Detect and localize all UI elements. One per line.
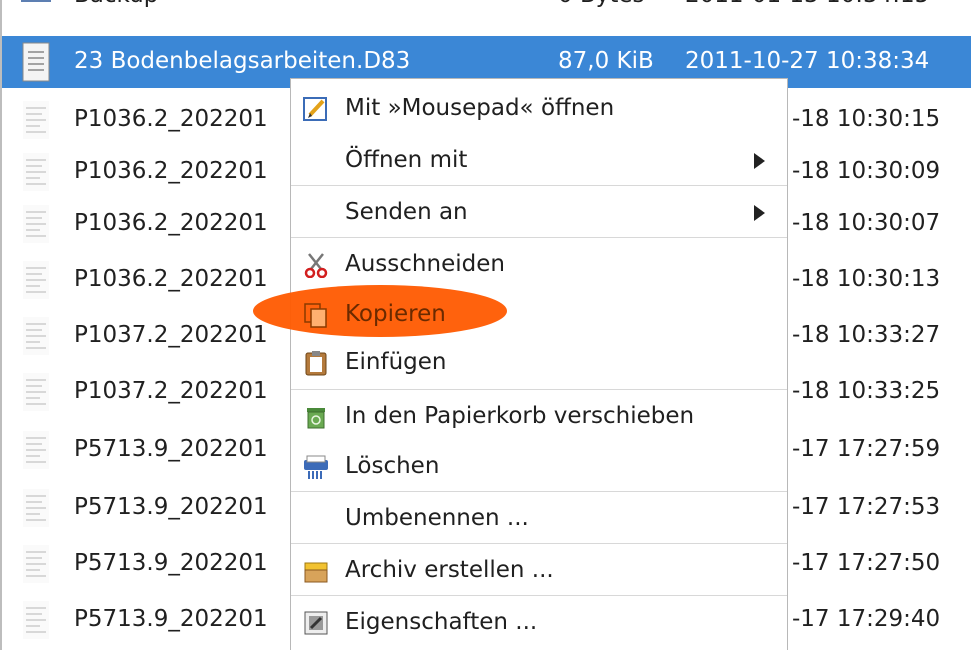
menu-item-delete[interactable]: Löschen [291, 441, 787, 493]
file-date: -17 17:29:40 [792, 606, 941, 632]
context-menu: Mit »Mousepad« öffnen Öffnen mit Senden … [253, 78, 788, 650]
menu-item-label: Ausschneiden [345, 251, 505, 277]
menu-separator [291, 185, 787, 186]
copy-icon [303, 302, 329, 328]
menu-separator [291, 491, 787, 492]
menu-separator [291, 543, 787, 544]
file-date: -18 10:33:25 [792, 378, 941, 404]
menu-separator [291, 595, 787, 596]
menu-item-label: Eigenschaften ... [345, 609, 538, 635]
archive-icon [303, 558, 329, 584]
file-date: -18 10:30:15 [792, 106, 941, 132]
menu-item-label: Öffnen mit [345, 147, 468, 173]
file-date: -17 17:27:59 [792, 436, 941, 462]
document-thumbnail-icon [20, 260, 52, 300]
properties-icon [303, 610, 329, 636]
file-date: -18 10:30:13 [792, 266, 941, 292]
document-thumbnail-icon [20, 204, 52, 244]
menu-item-label: Einfügen [345, 349, 447, 375]
file-date: 2011-10-27 10:38:34 [685, 48, 930, 74]
file-date: -18 10:30:09 [792, 158, 941, 184]
menu-item-label: Mit »Mousepad« öffnen [345, 95, 615, 121]
file-size: 0 Bytes [558, 0, 645, 8]
document-thumbnail-icon [20, 600, 52, 640]
file-name: P5713.9_202201 [74, 436, 268, 462]
menu-item-label: In den Papierkorb verschieben [345, 403, 695, 429]
file-name: P1036.2_202201 [74, 158, 268, 184]
menu-item-open-mousepad[interactable]: Mit »Mousepad« öffnen [291, 83, 787, 135]
menu-item-move-to-trash[interactable]: In den Papierkorb verschieben [291, 391, 787, 443]
menu-item-label: Kopieren [345, 301, 446, 327]
menu-item-copy[interactable]: Kopieren [291, 289, 787, 341]
document-thumbnail-icon [20, 316, 52, 356]
trash-icon [303, 404, 329, 430]
file-date: -18 10:30:07 [792, 210, 941, 236]
menu-item-label: Löschen [345, 453, 440, 479]
submenu-arrow-icon [754, 205, 765, 221]
file-date: -17 17:27:53 [792, 494, 941, 520]
scissors-icon [303, 252, 329, 279]
file-date: -18 10:33:27 [792, 322, 941, 348]
menu-separator [291, 237, 787, 238]
file-name: P5713.9_202201 [74, 606, 268, 632]
file-name: P1037.2_202201 [74, 378, 268, 404]
file-name: P5713.9_202201 [74, 550, 268, 576]
menu-item-cut[interactable]: Ausschneiden [291, 239, 787, 291]
menu-separator [291, 389, 787, 390]
menu-item-label: Senden an [345, 199, 468, 225]
menu-item-label: Umbenennen ... [345, 505, 529, 531]
menu-item-properties[interactable]: Eigenschaften ... [291, 597, 787, 649]
document-thumbnail-icon [20, 152, 52, 192]
shredder-icon [303, 454, 329, 480]
menu-item-rename[interactable]: Umbenennen ... [291, 493, 787, 545]
menu-item-send-to[interactable]: Senden an [291, 187, 787, 239]
document-thumbnail-icon [20, 100, 52, 140]
file-name: P1036.2_202201 [74, 106, 268, 132]
file-date: 2011-01-13 10:34:15 [685, 0, 929, 8]
document-thumbnail-icon [20, 430, 52, 470]
file-name: P5713.9_202201 [74, 494, 268, 520]
file-name: Backup [74, 0, 158, 8]
file-name: P1037.2_202201 [74, 322, 268, 348]
folder-icon [20, 0, 52, 18]
file-name: P1036.2_202201 [74, 266, 268, 292]
menu-item-label: Archiv erstellen ... [345, 557, 554, 583]
text-file-icon [20, 42, 52, 82]
file-date: -17 17:27:50 [792, 550, 941, 576]
file-size: 87,0 KiB [558, 48, 654, 74]
menu-item-create-archive[interactable]: Archiv erstellen ... [291, 545, 787, 597]
file-name: P1036.2_202201 [74, 210, 268, 236]
clipboard-icon [303, 350, 329, 376]
document-thumbnail-icon [20, 544, 52, 584]
menu-item-paste[interactable]: Einfügen [291, 337, 787, 389]
document-thumbnail-icon [20, 488, 52, 528]
document-thumbnail-icon [20, 372, 52, 412]
text-editor-icon [303, 96, 329, 122]
submenu-arrow-icon [754, 153, 765, 169]
menu-item-open-with[interactable]: Öffnen mit [291, 135, 787, 187]
file-name: 23 Bodenbelagsarbeiten.D83 [74, 48, 411, 74]
